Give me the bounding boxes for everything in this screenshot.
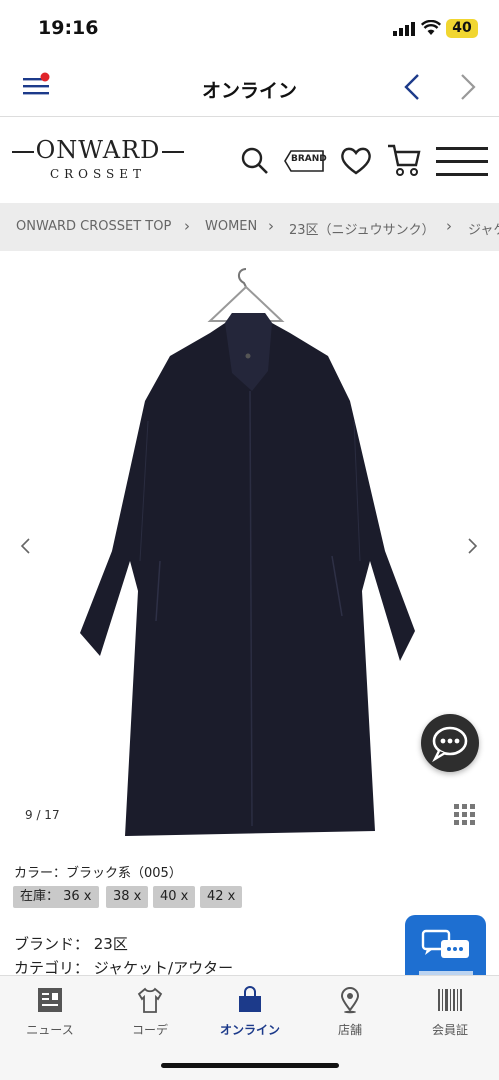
location-pin-icon: [340, 987, 360, 1014]
breadcrumb-item-brand[interactable]: 23区（ニジュウサンク）: [289, 219, 435, 238]
size-chip-36[interactable]: 在庫： 36 x: [13, 886, 99, 908]
brand-button[interactable]: BRAND: [284, 150, 327, 172]
breadcrumb: ONWARD CROSSET TOP › WOMEN › 23区（ニジュウサンク…: [0, 203, 499, 251]
color-label: カラー：ブラック系（005）: [14, 866, 182, 881]
gallery-counter: 9 / 17: [25, 808, 60, 822]
tab-membership[interactable]: 会員証: [400, 976, 499, 1046]
barcode-icon: [438, 989, 462, 1011]
tab-membership-label: 会員証: [431, 1023, 468, 1037]
tab-store[interactable]: 店舗: [300, 976, 400, 1046]
hamburger-menu-icon[interactable]: [436, 146, 488, 178]
news-icon: [38, 988, 62, 1012]
shopping-bag-icon: [239, 986, 261, 1012]
home-indicator: [161, 1063, 339, 1068]
product-gallery[interactable]: 9 / 17: [0, 251, 499, 851]
gallery-prev-icon[interactable]: [18, 537, 32, 555]
tab-store-label: 店舗: [337, 1023, 362, 1037]
tab-online[interactable]: オンライン: [200, 976, 300, 1046]
breadcrumb-item-top[interactable]: ONWARD CROSSET TOP: [16, 219, 171, 234]
back-arrow-icon[interactable]: [400, 72, 424, 102]
breadcrumb-item-women[interactable]: WOMEN: [205, 219, 257, 234]
chat-contact-icon: [419, 929, 473, 977]
tab-news-label: ニュース: [26, 1023, 74, 1037]
breadcrumb-item-category[interactable]: ジャケ: [468, 219, 499, 238]
cart-icon[interactable]: [386, 143, 422, 177]
breadcrumb-separator: ›: [446, 217, 452, 235]
size-chip-40[interactable]: 40 x: [153, 886, 196, 908]
app-title: オンライン: [201, 80, 297, 102]
status-time: 19:16: [38, 17, 99, 39]
heart-icon[interactable]: [339, 146, 373, 176]
chat-button[interactable]: [421, 714, 479, 772]
battery-indicator: 40: [446, 19, 478, 38]
size-chip-42[interactable]: 42 x: [200, 886, 243, 908]
tab-coordinate-label: コーデ: [131, 1023, 168, 1037]
wifi-icon: [421, 20, 441, 35]
breadcrumb-separator: ›: [268, 217, 274, 235]
product-image-coat: [80, 268, 415, 836]
brand-button-label: BRAND: [291, 154, 327, 164]
tab-coordinate[interactable]: コーデ: [100, 976, 200, 1046]
tshirt-icon: [137, 987, 163, 1013]
onward-crosset-logo[interactable]: ONWARD CROSSET: [12, 136, 184, 186]
search-icon[interactable]: [240, 146, 270, 176]
chat-bubble-icon: [432, 726, 468, 763]
tab-online-label: オンライン: [219, 1023, 280, 1037]
logo-line-right: [162, 151, 184, 153]
breadcrumb-separator: ›: [184, 217, 190, 235]
cellular-signal-icon: [393, 22, 415, 36]
forward-arrow-icon[interactable]: [456, 72, 480, 102]
site-header: ONWARD CROSSET BRAND: [0, 118, 499, 202]
logo-main-text: ONWARD: [35, 136, 161, 164]
size-chip-38[interactable]: 38 x: [106, 886, 149, 908]
brand-info: ブランド： 23区: [14, 935, 128, 953]
app-header: オンライン: [0, 60, 499, 117]
logo-line-left: [12, 151, 34, 153]
status-bar: 19:16 40: [0, 0, 499, 60]
gallery-next-icon[interactable]: [466, 537, 480, 555]
contact-button[interactable]: [405, 915, 486, 980]
grid-view-icon[interactable]: [454, 804, 476, 826]
logo-sub-text: CROSSET: [49, 167, 147, 181]
tab-news[interactable]: ニュース: [0, 976, 100, 1046]
